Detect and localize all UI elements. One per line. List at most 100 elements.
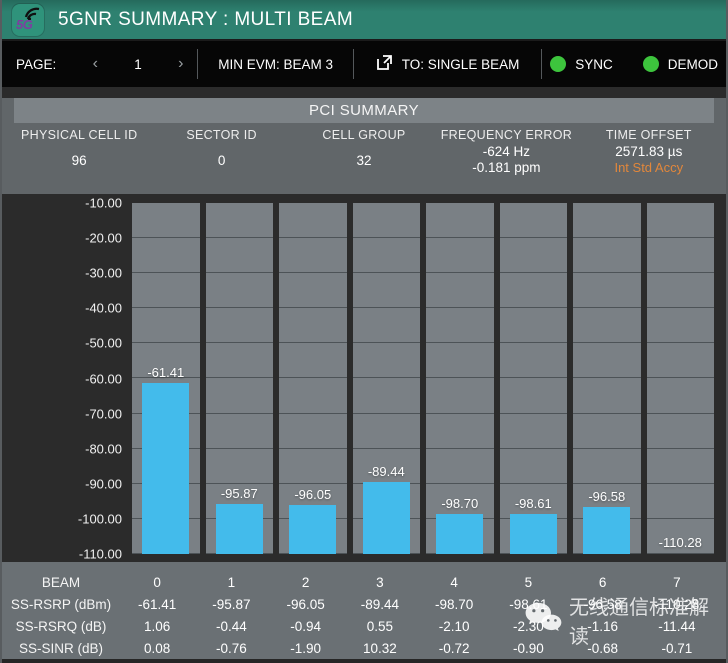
cell-value: -0.68 xyxy=(587,640,619,656)
pci-field: SECTOR ID 0 xyxy=(150,128,292,176)
pci-field-label: PHYSICAL CELL ID xyxy=(20,128,138,142)
pci-field: FREQUENCY ERROR -624 Hz -0.181 ppm xyxy=(435,128,577,176)
table-row: SS-RSRP (dBm) -61.41 -95.87 -96.05 -89.44 -98… xyxy=(2,593,714,615)
pci-field: PHYSICAL CELL ID 96 xyxy=(8,128,150,176)
cell-value: -1.90 xyxy=(290,640,322,656)
row-label: BEAM xyxy=(41,574,81,590)
rsrp-bar xyxy=(436,514,484,554)
to-single-beam-button[interactable]: TO: SINGLE BEAM xyxy=(354,41,541,87)
min-evm-indicator: MIN EVM: BEAM 3 xyxy=(198,41,352,87)
demod-status-led xyxy=(642,56,659,72)
bar-value-label: -98.70 xyxy=(441,496,479,512)
gridlines xyxy=(646,203,714,554)
cell-value: -96.58 xyxy=(583,596,622,612)
beam-column-5: -98.61 xyxy=(499,203,567,554)
y-axis-tick-label: -60.00 xyxy=(85,371,122,386)
bar-value-label: -89.44 xyxy=(367,463,405,479)
y-axis-tick-label: -10.00 xyxy=(85,195,122,211)
cell-value: -98.70 xyxy=(434,596,474,612)
row-label: SS-SINR (dB) xyxy=(18,640,103,656)
cell-value: 7 xyxy=(673,574,681,590)
cell-value: 1 xyxy=(227,574,236,590)
cell-value: -110.28 xyxy=(654,596,700,612)
table-row: BEAM 0 1 2 3 4 5 6 7 xyxy=(2,571,714,593)
pci-field-label: CELL GROUP xyxy=(322,128,406,142)
pci-field-label: SECTOR ID xyxy=(186,128,257,142)
pci-field-value: -0.181 ppm xyxy=(472,160,541,175)
beam-column-2: -96.05 xyxy=(279,203,347,554)
external-link-icon xyxy=(376,54,393,74)
cell-value: -0.90 xyxy=(512,640,544,656)
pci-field-value: 0 xyxy=(217,153,226,168)
beam-column-7: -110.28 xyxy=(646,203,714,554)
cell-value: 4 xyxy=(450,574,458,590)
rsrp-bar xyxy=(215,504,263,554)
y-axis-tick-label: -70.00 xyxy=(85,406,122,422)
beam-column-6: -96.58 xyxy=(573,203,641,554)
5g-logo-icon: 5G xyxy=(12,3,44,36)
cell-value: -0.44 xyxy=(215,618,247,634)
sync-status: SYNC xyxy=(542,56,621,72)
cell-value: -11.44 xyxy=(658,618,696,634)
cell-value: -0.76 xyxy=(215,640,247,656)
cell-value: -0.94 xyxy=(290,618,322,634)
beam-column-3: -89.44 xyxy=(352,203,420,554)
pci-field-value: 96 xyxy=(71,153,87,168)
pci-summary-section: PCI SUMMARY PHYSICAL CELL ID 96 SECTOR ID 0… xyxy=(2,98,726,194)
page-selector: PAGE: ‹ 1 › xyxy=(2,41,197,87)
pci-field: CELL GROUP 32 xyxy=(293,128,435,176)
y-axis-tick-label: -30.00 xyxy=(85,265,122,281)
rsrp-bar xyxy=(289,505,337,554)
rsrp-bar xyxy=(509,514,557,554)
to-single-beam-label: TO: SINGLE BEAM xyxy=(401,56,520,72)
beam-column-1: -95.87 xyxy=(205,203,273,554)
cell-value: -89.44 xyxy=(360,596,400,612)
cell-value: 3 xyxy=(376,574,384,590)
rsrp-bar xyxy=(142,383,190,554)
cell-value: -98.61 xyxy=(509,596,548,612)
bar-value-label: -96.05 xyxy=(294,487,332,503)
y-axis-tick-label: -20.00 xyxy=(85,230,122,246)
bar-value-label: -110.28 xyxy=(658,535,702,550)
cell-value: -2.10 xyxy=(438,618,470,634)
y-axis-tick-label: -40.00 xyxy=(85,300,122,316)
beam-bar-chart: -61.41 -95.87 -96.05 -89.44 -98.70 -98.61 -96.… xyxy=(2,194,726,562)
table-row: SS-SINR (dB) 0.08 -0.76 -1.90 10.32 -0.72 -0.9… xyxy=(2,637,714,659)
cell-value: 10.32 xyxy=(362,640,397,656)
pci-field-value: 32 xyxy=(356,153,372,168)
bar-value-label: -98.61 xyxy=(514,496,552,512)
rsrp-bar xyxy=(362,481,410,554)
y-axis-tick-label: -80.00 xyxy=(85,441,122,457)
pci-summary-grid: PHYSICAL CELL ID 96 SECTOR ID 0 CELL GROUP 32… xyxy=(2,123,726,176)
sync-status-led xyxy=(550,56,567,72)
cell-value: -2.30 xyxy=(512,618,544,634)
cell-value: -0.71 xyxy=(661,640,693,656)
y-axis-tick-label: -90.00 xyxy=(85,476,122,492)
pci-summary-title: PCI SUMMARY xyxy=(309,102,419,119)
pci-field-value: -624 Hz xyxy=(482,144,531,159)
cell-value: -1.16 xyxy=(587,618,619,634)
page-number: 1 xyxy=(134,56,142,72)
pci-field-note: Int Std Accy xyxy=(614,160,684,175)
cell-value: 0.08 xyxy=(143,640,171,656)
logo-5g-text: 5G xyxy=(16,16,33,32)
page-label: PAGE: xyxy=(16,56,57,72)
rsrp-bar xyxy=(583,506,631,554)
page-title: 5GNR SUMMARY : MULTI BEAM xyxy=(58,8,354,30)
cell-value: 0.55 xyxy=(366,618,394,634)
cell-value: -61.41 xyxy=(137,596,177,612)
bar-value-label: -95.87 xyxy=(220,486,258,502)
cell-value: -95.87 xyxy=(212,596,251,612)
cell-value: 1.06 xyxy=(143,618,171,634)
min-evm-label: MIN EVM: BEAM 3 xyxy=(218,56,334,72)
page-prev-button[interactable]: ‹ xyxy=(93,56,98,72)
sync-demod-status: SYNC DEMOD xyxy=(542,41,726,87)
pci-field-value: 2571.83 µs xyxy=(615,144,683,159)
cell-value: 2 xyxy=(301,574,310,590)
cell-value: 6 xyxy=(598,574,607,590)
cell-value: 0 xyxy=(153,574,161,590)
page-next-button[interactable]: › xyxy=(178,56,183,72)
cell-value: 5 xyxy=(524,574,533,590)
bottom-gap xyxy=(2,659,726,663)
y-axis-tick-label: -50.00 xyxy=(85,335,122,351)
